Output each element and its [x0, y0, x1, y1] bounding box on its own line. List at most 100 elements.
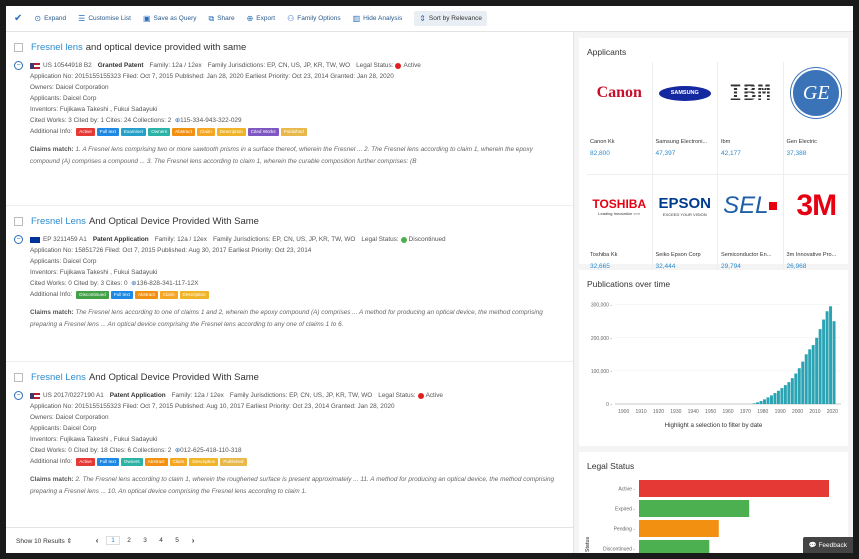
save-query-button[interactable]: ▣ Save as Query [143, 14, 197, 23]
result-item: Fresnel Lens And Optical Device Provided… [6, 362, 573, 527]
bar [639, 540, 710, 553]
bar [815, 337, 819, 404]
feedback-button[interactable]: 💬 Feedback [802, 537, 853, 553]
ibm-logo: IBM [728, 80, 772, 106]
y-tick-label: 300,000 - [591, 303, 612, 309]
result-meta-row: − US 10544918 B2 Granted Patent Family: … [14, 60, 565, 71]
hide-analysis-button[interactable]: ▥ Hide Analysis [353, 14, 403, 23]
bar [822, 319, 826, 404]
collapse-icon[interactable]: − [14, 391, 23, 400]
citation-row: Cited Works: 0 Cited by: 3 Cites: 0 ⊕136… [30, 280, 199, 287]
page-link[interactable]: 4 [154, 537, 168, 544]
page-link[interactable]: 3 [138, 537, 152, 544]
collapse-icon[interactable]: − [14, 61, 23, 70]
bar [801, 361, 805, 404]
page-link[interactable]: 2 [122, 537, 136, 544]
tag-cited-works[interactable]: Cited Works [247, 127, 279, 136]
result-title[interactable]: Fresnel Lens And Optical Device Provided… [14, 372, 565, 383]
samsung-logo: SAMSUNG [653, 62, 718, 124]
tag-discontinued[interactable]: Discontinued [76, 290, 109, 299]
x-tick-label: 1960 [722, 409, 733, 415]
tag-owners[interactable]: Owners [148, 127, 171, 136]
tag-full-text[interactable]: Full text [96, 457, 119, 466]
applicant-tile[interactable]: IBM Ibm 42,177 [718, 62, 784, 174]
citation-row: Cited Works: 3 Cited by: 1 Cites: 24 Col… [30, 117, 242, 124]
bar [639, 500, 750, 517]
select-all-check-icon[interactable]: ✔ [14, 13, 22, 24]
results-per-page-select[interactable]: Show 10 Results ⇕ [16, 537, 72, 545]
expand-button[interactable]: ⊙ Expand [34, 14, 66, 23]
bar [756, 402, 760, 404]
tag-published[interactable]: Published [280, 127, 307, 136]
page-link[interactable]: 1 [106, 536, 121, 545]
tag-claim[interactable]: Claim [159, 290, 178, 299]
status-dot-icon [400, 236, 407, 243]
eu-flag-icon [30, 236, 40, 243]
sort-dropdown[interactable]: ⇕ Sort by Relevance [414, 11, 488, 26]
next-page-icon[interactable]: › [186, 536, 200, 545]
x-tick-label: 1990 [775, 409, 786, 415]
bar [780, 388, 784, 404]
result-checkbox[interactable] [14, 373, 23, 382]
prev-page-icon[interactable]: ‹ [90, 536, 104, 545]
applicant-tile[interactable]: GE Gen Electric 37,388 [784, 62, 850, 174]
tag-owners[interactable]: Owners [120, 457, 143, 466]
applicant-tile[interactable]: SAMSUNG Samsung Electroni... 47,397 [653, 62, 718, 174]
tag-published[interactable]: Published [220, 457, 247, 466]
tag-abstract[interactable]: Abstract [172, 127, 195, 136]
tag-examiner[interactable]: Examiner [120, 127, 147, 136]
tag-full-text[interactable]: Full text [96, 127, 119, 136]
bar [787, 382, 791, 404]
result-checkbox[interactable] [14, 217, 23, 226]
canon-logo: Canon [596, 84, 642, 101]
save-icon: ▣ [142, 14, 151, 23]
applicants-grid: Canon Canon Kk 82,800 SAMSUNG Samsung El… [587, 62, 849, 286]
x-tick-label: 2010 [809, 409, 820, 415]
bar [832, 321, 836, 404]
tag-active[interactable]: Active [76, 457, 95, 466]
app-frame: ✔ ⊙ Expand ☰ Customise List ▣ Save as Query… [6, 6, 853, 553]
bar [804, 354, 808, 404]
bar [783, 385, 787, 404]
y-tick-label: 0 - [606, 402, 612, 408]
result-checkbox[interactable] [14, 43, 23, 52]
x-tick-label: 2000 [792, 409, 803, 415]
sort-icon: ⇕ [419, 14, 426, 23]
applicant-tile[interactable]: Canon Canon Kk 82,800 [587, 62, 653, 174]
bar [639, 520, 719, 537]
panel-title: Publications over time [587, 279, 671, 289]
tag-description[interactable]: Description [216, 127, 246, 136]
tag-claim[interactable]: Claim [169, 457, 188, 466]
bar [766, 397, 770, 404]
tag-claim[interactable]: Claim [196, 127, 215, 136]
collapse-icon[interactable]: − [14, 235, 23, 244]
us-flag-icon [30, 62, 40, 69]
chart-hint: Highlight a selection to filter by date [664, 422, 763, 429]
result-title[interactable]: Fresnel lens and optical device provided… [14, 42, 565, 53]
x-tick-label: 1920 [653, 409, 664, 415]
bar [639, 480, 829, 497]
tag-full-text[interactable]: Full text [110, 290, 133, 299]
epson-logo: EPSON EXCEED YOUR VISION [658, 195, 711, 217]
list-icon: ☰ [78, 14, 86, 23]
tag-description[interactable]: Description [189, 457, 219, 466]
tag-abstract[interactable]: Abstract [134, 290, 158, 299]
customise-list-button[interactable]: ☰ Customise List [78, 14, 131, 23]
tag-active[interactable]: Active [76, 127, 95, 136]
family-options-button[interactable]: ⚇ Family Options [287, 14, 341, 23]
status-dot-icon [417, 392, 424, 399]
result-title[interactable]: Fresnel Lens And Optical Device Provided… [14, 216, 565, 227]
share-button[interactable]: ⧉ Share [209, 14, 235, 24]
export-button[interactable]: ⊕ Export [247, 14, 276, 23]
analysis-panel: Applicants Canon Canon Kk 82,800 SAMSUNG… [573, 32, 853, 553]
toshiba-logo: TOSHIBA Leading Innovation >>> [592, 196, 647, 216]
bar [759, 401, 763, 404]
result-item: Fresnel lens and optical device provided… [6, 32, 573, 206]
publications-chart[interactable]: 0 - 100,000 - 200,000 - 300,000 - 1900 1910 19… [579, 292, 849, 422]
page-link[interactable]: 5 [170, 537, 184, 544]
additional-info-row: Additional Info: Active Full text Examin… [14, 126, 565, 137]
chat-icon: 💬 [808, 542, 817, 549]
tag-description[interactable]: Description [179, 290, 209, 299]
bar [794, 373, 798, 404]
tag-abstract[interactable]: Abstract [144, 457, 168, 466]
